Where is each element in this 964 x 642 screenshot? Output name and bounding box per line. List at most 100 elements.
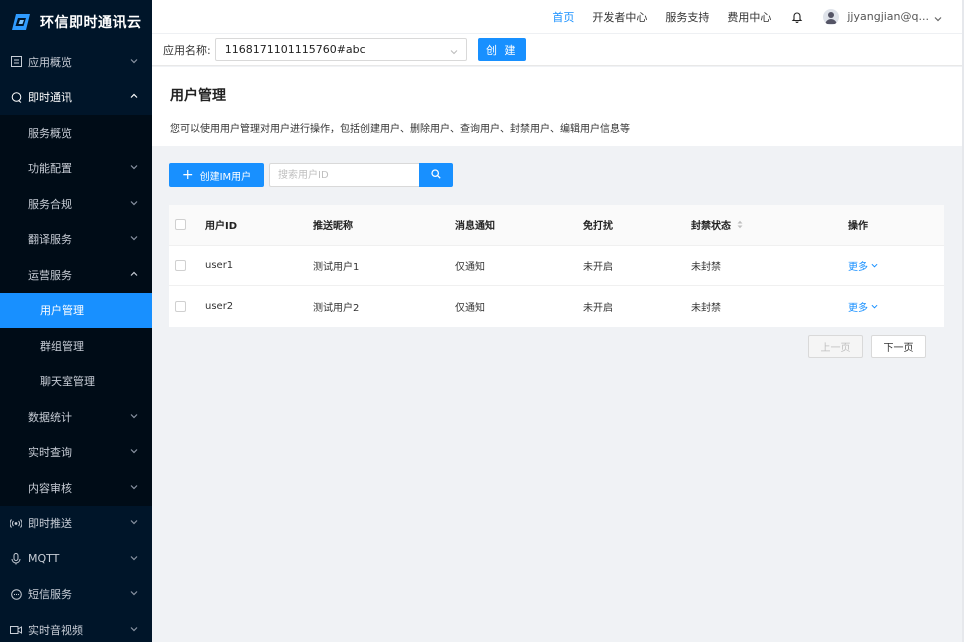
select-all-cell <box>175 205 186 245</box>
sidebar-item-label: 翻译服务 <box>28 233 72 247</box>
column-header-user-id: 用户ID <box>205 221 238 233</box>
row-select-cell <box>175 246 186 286</box>
chevron-down-icon <box>871 304 878 309</box>
dashboard-icon <box>10 56 22 68</box>
nav-link-billing[interactable]: 费用中心 <box>727 9 771 25</box>
chevron-down-icon <box>130 57 138 65</box>
cell-user-id: user1 <box>205 259 234 271</box>
sidebar-item-app-overview[interactable]: 应用概览 <box>0 44 152 80</box>
sidebar-item-label: 内容审核 <box>28 481 72 495</box>
page-title: 用户管理 <box>170 88 226 104</box>
user-toolbar: + 创建IM用户 <box>169 163 453 187</box>
sidebar-item-compliance[interactable]: 服务合规 <box>0 186 152 222</box>
sidebar-item-label: 聊天室管理 <box>40 375 95 389</box>
cell-ban-status: 未封禁 <box>691 261 721 273</box>
chevron-down-icon <box>130 518 138 526</box>
more-actions-link[interactable]: 更多 <box>848 299 878 314</box>
more-actions-link[interactable]: 更多 <box>848 258 878 273</box>
page-header: 用户管理 您可以使用用户管理对用户进行操作，包括创建用户、删除用户、查询用户、封… <box>152 67 964 146</box>
broadcast-icon <box>10 517 22 529</box>
bell-icon[interactable] <box>791 11 803 23</box>
column-header-label: 封禁状态 <box>691 221 731 233</box>
sidebar-item-push[interactable]: 即时推送 <box>0 505 152 541</box>
sidebar-item-label: 即时通讯 <box>28 91 72 105</box>
sidebar-item-label: 短信服务 <box>28 588 72 602</box>
sidebar-item-label: 服务合规 <box>28 197 72 211</box>
sidebar-item-service-overview[interactable]: 服务概览 <box>0 115 152 151</box>
search-icon <box>431 168 441 182</box>
chevron-down-icon <box>130 589 138 597</box>
next-page-button[interactable]: 下一页 <box>871 335 926 358</box>
cell-actions: 更多 <box>848 246 878 286</box>
message-icon <box>10 588 22 600</box>
sidebar: 环信即时通讯云 应用概览 即时通讯 服务概览 功能配置 服务合规 翻译服务 运营… <box>0 0 152 642</box>
app-select[interactable]: 1168171101115760#abc <box>214 38 467 61</box>
chevron-down-icon <box>130 412 138 420</box>
cell-dnd: 未开启 <box>583 261 613 273</box>
app-selector-bar: 应用名称: 1168171101115760#abc 创 建 <box>152 34 964 66</box>
row-checkbox[interactable] <box>175 259 186 271</box>
user-table: 用户ID 推送昵称 消息通知 免打扰 封禁状态 操作 user1 测试用户1 仅… <box>169 205 944 327</box>
search-user-id-input[interactable] <box>269 163 419 187</box>
chevron-down-icon[interactable] <box>934 13 942 21</box>
column-header-dnd: 免打扰 <box>583 221 613 233</box>
chevron-down-icon <box>130 447 138 455</box>
chevron-down-icon <box>130 483 138 491</box>
sidebar-item-label: 即时推送 <box>28 517 72 531</box>
table-row: user1 测试用户1 仅通知 未开启 未封禁 更多 <box>169 246 944 286</box>
cell-nickname: 测试用户1 <box>313 261 360 273</box>
nav-link-support[interactable]: 服务支持 <box>665 9 709 25</box>
create-im-user-label: 创建IM用户 <box>199 171 252 183</box>
chat-icon <box>10 91 22 103</box>
select-all-checkbox[interactable] <box>175 219 186 231</box>
sidebar-item-label: 运营服务 <box>28 268 72 282</box>
row-checkbox[interactable] <box>175 300 186 312</box>
table-row: user2 测试用户2 仅通知 未开启 未封禁 更多 <box>169 286 944 327</box>
column-header-actions: 操作 <box>848 221 868 233</box>
more-label: 更多 <box>848 261 868 273</box>
sidebar-item-realtime-query[interactable]: 实时查询 <box>0 434 152 470</box>
search-button[interactable] <box>419 163 453 187</box>
brand-logo[interactable]: 环信即时通讯云 <box>0 0 152 44</box>
column-header-nickname: 推送昵称 <box>313 221 353 233</box>
sidebar-item-operations[interactable]: 运营服务 <box>0 257 152 293</box>
nav-link-home[interactable]: 首页 <box>552 9 574 25</box>
cell-ban-status: 未封禁 <box>691 302 721 314</box>
sidebar-item-user-management[interactable]: 用户管理 <box>0 292 152 328</box>
create-app-button[interactable]: 创 建 <box>477 38 526 61</box>
prev-page-button[interactable]: 上一页 <box>808 335 863 358</box>
cell-dnd: 未开启 <box>583 302 613 314</box>
row-select-cell <box>175 286 186 327</box>
sidebar-item-label: 应用概览 <box>28 55 72 69</box>
top-nav: 首页 开发者中心 服务支持 费用中心 jjyangjian@q... <box>152 0 964 34</box>
page-description: 您可以使用用户管理对用户进行操作，包括创建用户、删除用户、查询用户、封禁用户、编… <box>170 124 630 135</box>
sidebar-item-label: 实时音视频 <box>28 623 83 637</box>
sidebar-item-label: 用户管理 <box>40 304 84 318</box>
sidebar-item-feature-config[interactable]: 功能配置 <box>0 150 152 186</box>
chevron-down-icon <box>450 46 458 55</box>
sidebar-item-im[interactable]: 即时通讯 <box>0 79 152 115</box>
sidebar-item-sms[interactable]: 短信服务 <box>0 576 152 612</box>
sidebar-item-label: 群组管理 <box>40 339 84 353</box>
sort-icon[interactable] <box>737 220 743 229</box>
nav-link-developer-center[interactable]: 开发者中心 <box>592 9 647 25</box>
cell-notify: 仅通知 <box>455 302 485 314</box>
plus-icon: + <box>181 167 194 183</box>
pagination: 上一页 下一页 <box>808 335 926 358</box>
sidebar-item-label: MQTT <box>28 552 60 566</box>
sidebar-item-translation[interactable]: 翻译服务 <box>0 221 152 257</box>
sidebar-item-mqtt[interactable]: MQTT <box>0 541 152 577</box>
sidebar-item-chatroom-management[interactable]: 聊天室管理 <box>0 363 152 399</box>
sidebar-item-label: 功能配置 <box>28 162 72 176</box>
column-header-ban-status[interactable]: 封禁状态 <box>691 205 743 245</box>
user-name[interactable]: jjyangjian@q... <box>847 10 929 23</box>
sidebar-item-group-management[interactable]: 群组管理 <box>0 328 152 364</box>
cell-nickname: 测试用户2 <box>313 302 360 314</box>
avatar[interactable] <box>823 8 840 25</box>
sidebar-item-rtc[interactable]: 实时音视频 <box>0 612 152 642</box>
app-name-label: 应用名称: <box>163 43 211 57</box>
sidebar-item-statistics[interactable]: 数据统计 <box>0 399 152 435</box>
create-im-user-button[interactable]: + 创建IM用户 <box>169 163 264 187</box>
sidebar-item-content-moderation[interactable]: 内容审核 <box>0 470 152 506</box>
sidebar-item-label: 数据统计 <box>28 410 72 424</box>
